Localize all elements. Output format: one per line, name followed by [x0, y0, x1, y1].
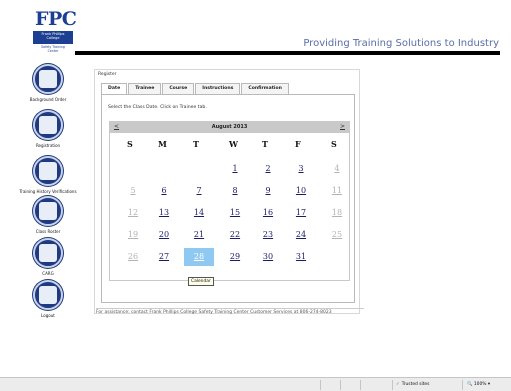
calendar-day[interactable]: 14 [184, 204, 214, 222]
panel-title: Register [98, 72, 117, 77]
status-divider [340, 380, 341, 390]
calendar-day: 18 [331, 208, 343, 217]
nav-item-training-history[interactable]: Training History Verifications [0, 156, 96, 198]
calendar-tooltip: Calendar [188, 277, 214, 286]
calendar-day[interactable]: 2 [253, 160, 283, 178]
tab-course[interactable]: Course [162, 83, 195, 94]
calendar-day[interactable]: 20 [149, 226, 179, 244]
zoom-level: 100% [473, 382, 487, 387]
calendar-day: 26 [127, 252, 139, 261]
date-tab-body: Select the Class Date. Click on Trainee … [101, 94, 355, 303]
calendar-header: < August 2013 > [110, 122, 349, 133]
status-bar: ✓ Trusted sites 🔍 100% ▾ [0, 377, 511, 391]
tab-trainee[interactable]: Trainee [128, 83, 162, 94]
instructions-text: Select the Class Date. Click on Trainee … [108, 105, 207, 110]
tab-instructions[interactable]: Instructions [195, 83, 241, 94]
nav-label: Background Order [29, 97, 67, 102]
calendar-day: 25 [331, 230, 343, 239]
nav-label: CARG [42, 271, 54, 276]
nav-item-registration[interactable]: Registration [0, 110, 96, 152]
month-label: August 2013 [211, 124, 248, 130]
nav-label: Training History Verifications [19, 189, 77, 194]
zoom-icon: 🔍 [467, 382, 473, 387]
day-of-week-header: W [229, 139, 238, 149]
carg-icon [33, 238, 63, 268]
day-of-week-header: T [262, 139, 268, 149]
day-of-week-header: M [158, 139, 167, 149]
nav-item-class-roster[interactable]: Class Roster [0, 196, 96, 238]
calendar-day: 19 [127, 230, 139, 239]
nav-label: Registration [35, 143, 61, 148]
trusted-check-icon: ✓ [396, 382, 400, 387]
fpc-logo: FPC Frank Phillips College Safety Traini… [33, 8, 77, 58]
calendar-day-selected[interactable]: 28 [184, 248, 214, 266]
calendar-day[interactable]: 3 [286, 160, 316, 178]
chevron-down-icon: ▾ [487, 382, 491, 387]
logo-banner: Frank Phillips College [33, 31, 73, 44]
calendar-day[interactable]: 7 [184, 182, 214, 200]
tab-date[interactable]: Date [101, 83, 128, 94]
status-divider [360, 380, 361, 390]
calendar-day[interactable]: 15 [220, 204, 250, 222]
calendar-day[interactable]: 29 [220, 248, 250, 266]
calendar-day[interactable]: 24 [286, 226, 316, 244]
background-order-icon [33, 64, 63, 94]
calendar-day[interactable]: 6 [149, 182, 179, 200]
calendar-day: 5 [130, 186, 136, 195]
logout-icon [33, 280, 63, 310]
security-zone: ✓ Trusted sites [396, 380, 429, 390]
calendar-day: 12 [127, 208, 139, 217]
calendar-day[interactable]: 16 [253, 204, 283, 222]
nav-item-logout[interactable]: Logout [0, 280, 96, 322]
calendar-day[interactable]: 23 [253, 226, 283, 244]
trusted-label: Trusted sites [401, 382, 430, 387]
zoom-control[interactable]: 🔍 100% ▾ [467, 380, 490, 390]
day-of-week-header: T [193, 139, 199, 149]
nav-item-carg[interactable]: CARG [0, 238, 96, 280]
status-divider [392, 380, 393, 390]
calendar-day[interactable]: 10 [286, 182, 316, 200]
logo-subtitle: Safety Training Center [33, 45, 73, 53]
calendar-day[interactable]: 9 [253, 182, 283, 200]
training-history-icon [33, 156, 63, 186]
nav-label: Logout [41, 313, 55, 318]
tab-confirmation[interactable]: Confirmation [241, 83, 289, 94]
calendar-day[interactable]: 1 [220, 160, 250, 178]
nav-item-background-order[interactable]: Background Order [0, 64, 96, 106]
calendar-day[interactable]: 21 [184, 226, 214, 244]
calendar-day[interactable]: 8 [220, 182, 250, 200]
calendar-day[interactable]: 13 [149, 204, 179, 222]
next-month-button[interactable]: > [340, 123, 345, 130]
site-tagline: Providing Training Solutions to Industry [303, 38, 499, 49]
registration-icon [33, 110, 63, 140]
header-divider [75, 51, 500, 55]
calendar-day[interactable]: 31 [286, 248, 316, 266]
logo-sub2: Center [47, 49, 59, 53]
logo-line2: College [46, 36, 60, 41]
class-roster-icon [33, 196, 63, 226]
calendar-day[interactable]: 22 [220, 226, 250, 244]
calendar-day[interactable]: 17 [286, 204, 316, 222]
status-divider [320, 380, 321, 390]
status-divider [462, 380, 463, 390]
day-of-week-header: S [331, 139, 337, 149]
register-tabs: Date Trainee Course Instructions Confirm… [101, 83, 290, 94]
day-of-week-header: F [295, 139, 301, 149]
calendar-day[interactable]: 30 [253, 248, 283, 266]
calendar-day: 4 [334, 164, 340, 173]
assistance-note: For assistance: contact Frank Phillips C… [96, 308, 364, 316]
nav-label: Class Roster [35, 229, 61, 234]
calendar-day[interactable]: 27 [149, 248, 179, 266]
logo-text: FPC [35, 8, 77, 30]
register-panel: Register Date Trainee Course Instruction… [94, 69, 360, 314]
calendar-day: 11 [331, 186, 343, 195]
day-of-week-header: S [127, 139, 133, 149]
calendar: < August 2013 > S M T W T F S 1 2 3 4 5 6 7 8 9 10 11 12 13… [109, 121, 350, 281]
